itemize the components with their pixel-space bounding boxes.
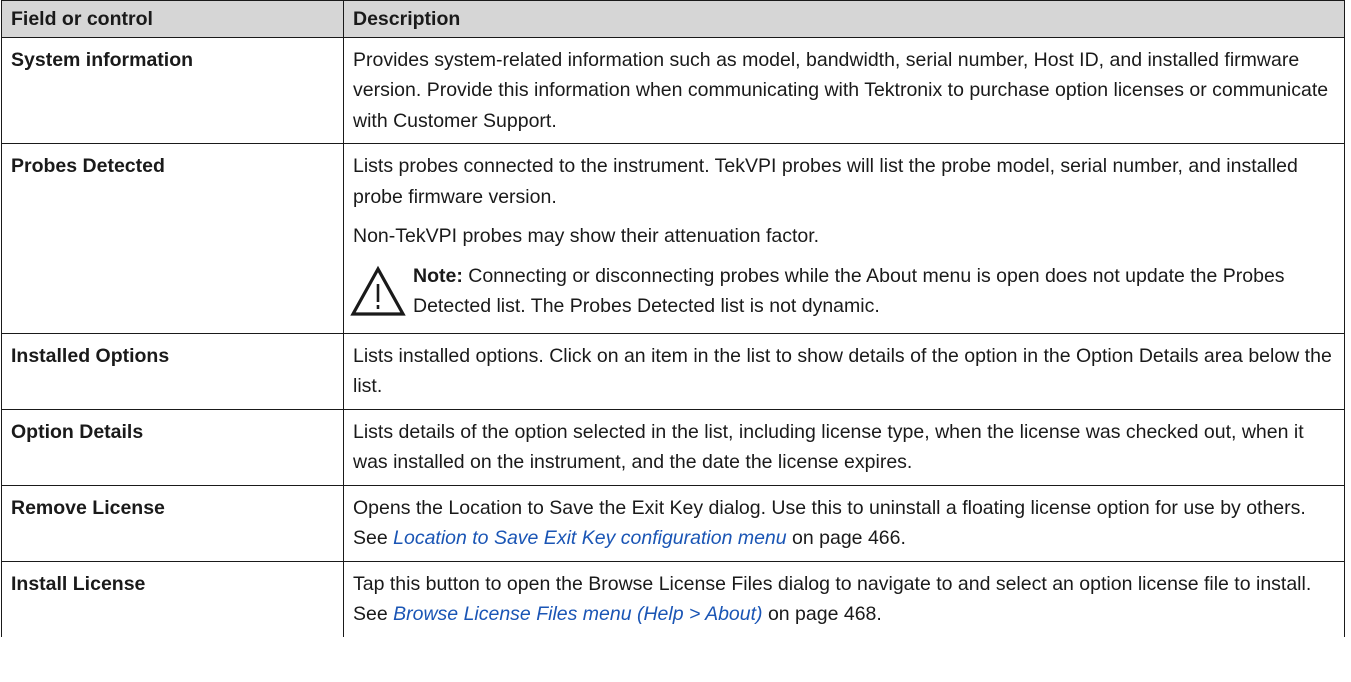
field-description: Tap this button to open the Browse Licen… — [343, 560, 1345, 637]
warning-triangle-icon — [350, 265, 406, 317]
note-text: Note: Connecting or disconnecting probes… — [413, 261, 1335, 322]
description-text: Lists installed options. Click on an ite… — [353, 344, 1332, 398]
column-header-field: Field or control — [1, 0, 344, 38]
description-text: Provides system-related information such… — [353, 48, 1329, 132]
table-row: System information Provides system-relat… — [1, 36, 1345, 144]
cross-reference-link[interactable]: Browse License Files menu (Help > About) — [393, 603, 762, 625]
table-row: Probes Detected Lists probes connected t… — [1, 143, 1345, 334]
table-header-row: Field or control Description — [1, 0, 1345, 38]
about-menu-fields-table: Field or control Description System info… — [1, 0, 1345, 637]
description-text: Lists probes connected to the instrument… — [353, 155, 1298, 208]
field-description: Opens the Location to Save the Exit Key … — [343, 484, 1345, 562]
description-text: Lists details of the option selected in … — [353, 420, 1304, 474]
note-box: Note: Connecting or disconnecting probes… — [350, 261, 1335, 322]
field-description: Lists details of the option selected in … — [343, 408, 1345, 486]
field-description: Lists installed options. Click on an ite… — [343, 332, 1345, 410]
field-name: System information — [1, 36, 344, 144]
note-body: Connecting or disconnecting probes while… — [413, 264, 1285, 318]
table-row: Install License Tap this button to open … — [1, 560, 1345, 637]
field-name: Install License — [1, 560, 344, 637]
field-description: Lists probes connected to the instrument… — [343, 143, 1345, 334]
column-header-description: Description — [343, 0, 1345, 38]
description-text-secondary: Non-TekVPI probes may show their attenua… — [353, 225, 820, 247]
description-text: Tap this button to open the Browse Licen… — [353, 569, 1335, 630]
description-post: on page 466. — [786, 527, 906, 549]
field-description: Provides system-related information such… — [343, 36, 1345, 144]
table-row: Option Details Lists details of the opti… — [1, 408, 1345, 486]
table-row: Remove License Opens the Location to Sav… — [1, 484, 1345, 562]
field-name: Probes Detected — [1, 143, 344, 334]
note-label: Note: — [413, 264, 463, 287]
cross-reference-link[interactable]: Location to Save Exit Key configuration … — [393, 527, 787, 549]
field-name: Installed Options — [1, 332, 344, 410]
description-post: on page 468. — [762, 603, 882, 625]
field-name: Remove License — [1, 484, 344, 562]
field-name: Option Details — [1, 408, 344, 486]
table-row: Installed Options Lists installed option… — [1, 332, 1345, 410]
description-text: Opens the Location to Save the Exit Key … — [353, 493, 1335, 554]
